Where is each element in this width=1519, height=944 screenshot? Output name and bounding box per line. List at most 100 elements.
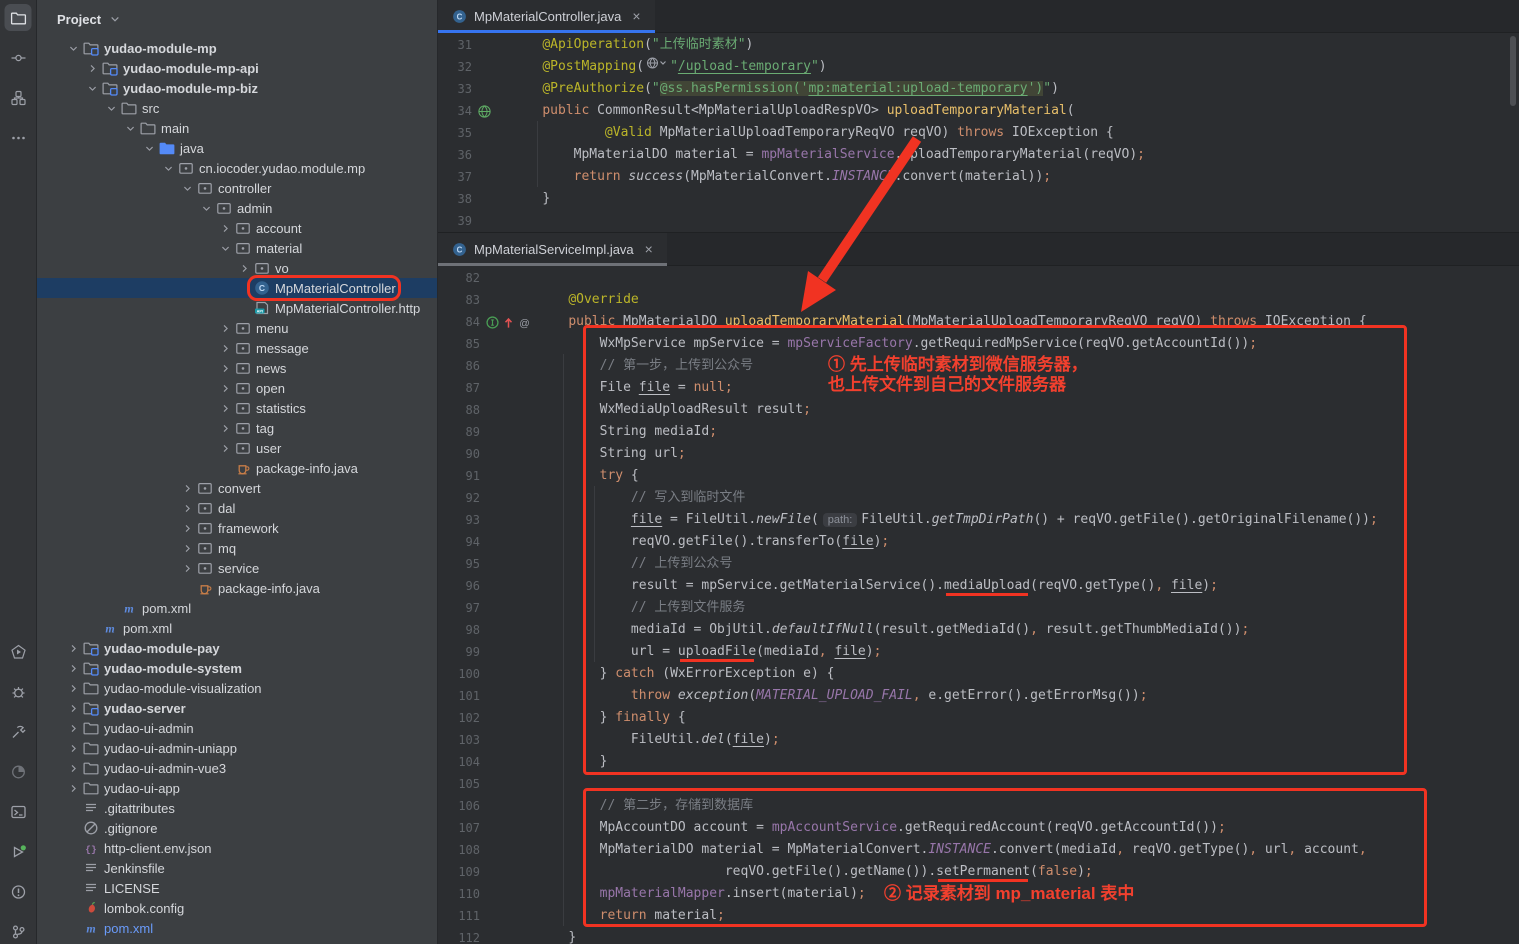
line-number[interactable]: 39 xyxy=(438,214,472,228)
terminal-icon[interactable] xyxy=(5,798,32,825)
line-number[interactable]: 108 xyxy=(438,843,480,857)
close-icon[interactable]: × xyxy=(632,8,640,24)
tree-item-material[interactable]: material xyxy=(37,238,437,258)
chevron-right-icon[interactable] xyxy=(65,700,81,716)
tree-item-mpmaterialcontroller[interactable]: CMpMaterialController xyxy=(37,278,437,298)
code-text[interactable]: public CommonResult<MpMaterialUploadResp… xyxy=(511,100,1075,122)
tree-item-statistics[interactable]: statistics xyxy=(37,398,437,418)
tree-item-admin[interactable]: admin xyxy=(37,198,437,218)
tree-item-dal[interactable]: dal xyxy=(37,498,437,518)
code-text[interactable]: String mediaId; xyxy=(537,421,717,443)
tree-item-license[interactable]: LICENSE xyxy=(37,878,437,898)
code-text[interactable]: WxMpService mpService = mpServiceFactory… xyxy=(537,333,1257,355)
git-branch-icon[interactable] xyxy=(5,918,32,944)
line-number[interactable]: 109 xyxy=(438,865,480,879)
line-number[interactable]: 106 xyxy=(438,799,480,813)
code-text[interactable]: String url; xyxy=(537,443,686,465)
chevron-down-icon[interactable] xyxy=(103,100,119,116)
code-text[interactable]: FileUtil.del(file); xyxy=(537,729,780,751)
tree-item-yudao-ui-admin-uniapp[interactable]: yudao-ui-admin-uniapp xyxy=(37,738,437,758)
code-text[interactable]: } xyxy=(537,751,607,773)
chevron-right-icon[interactable] xyxy=(217,340,233,356)
tree-item-pom-xml[interactable]: mpom.xml xyxy=(37,618,437,638)
code-text[interactable]: MpAccountDO account = mpAccountService.g… xyxy=(537,817,1226,839)
line-number[interactable]: 112 xyxy=(438,931,480,944)
tree-item-pom-xml[interactable]: mpom.xml xyxy=(37,598,437,618)
line-number[interactable]: 104 xyxy=(438,755,480,769)
tree-item-account[interactable]: account xyxy=(37,218,437,238)
code-text[interactable]: } catch (WxErrorException e) { xyxy=(537,663,834,685)
tree-item-yudao-module-mp-biz[interactable]: yudao-module-mp-biz xyxy=(37,78,437,98)
tree-item-framework[interactable]: framework xyxy=(37,518,437,538)
code-text[interactable]: return success(MpMaterialConvert.INSTANC… xyxy=(511,166,1051,188)
chevron-right-icon[interactable] xyxy=(84,60,100,76)
chevron-down-icon[interactable] xyxy=(84,80,100,96)
code-text[interactable]: @ApiOperation("上传临时素材") xyxy=(511,34,753,56)
tree-item-cn-iocoder-yudao-module-mp[interactable]: cn.iocoder.yudao.module.mp xyxy=(37,158,437,178)
line-number[interactable]: 111 xyxy=(438,909,480,923)
code-text[interactable]: result = mpService.getMaterialService().… xyxy=(537,575,1218,597)
code-text[interactable]: @PreAuthorize("@ss.hasPermission('mp:mat… xyxy=(511,78,1059,100)
line-number[interactable]: 101 xyxy=(438,689,480,703)
tree-item-news[interactable]: news xyxy=(37,358,437,378)
tree-item-jenkinsfile[interactable]: Jenkinsfile xyxy=(37,858,437,878)
tree-item-vo[interactable]: vo xyxy=(37,258,437,278)
chevron-down-icon[interactable] xyxy=(141,140,157,156)
code-text[interactable]: throw exception(MATERIAL_UPLOAD_FAIL, e.… xyxy=(537,685,1148,707)
chevron-right-icon[interactable] xyxy=(217,420,233,436)
chevron-right-icon[interactable] xyxy=(217,380,233,396)
tab-mpmaterialserviceimpl-java[interactable]: C MpMaterialServiceImpl.java × xyxy=(438,233,667,265)
line-number[interactable]: 110 xyxy=(438,887,480,901)
line-number[interactable]: 96 xyxy=(438,579,480,593)
tree-item-mq[interactable]: mq xyxy=(37,538,437,558)
code-text[interactable]: return material; xyxy=(537,905,725,927)
chevron-right-icon[interactable] xyxy=(217,440,233,456)
tree-item-yudao-module-system[interactable]: yudao-module-system xyxy=(37,658,437,678)
tree-item-package-info-java[interactable]: package-info.java xyxy=(37,458,437,478)
code-text[interactable]: @Override xyxy=(537,289,639,311)
code-text[interactable]: MpMaterialDO material = MpMaterialConver… xyxy=(537,839,1367,861)
line-number[interactable]: 83 xyxy=(438,293,480,307)
code-text[interactable]: WxMediaUploadResult result; xyxy=(537,399,811,421)
code-text[interactable]: mpMaterialMapper.insert(material); xyxy=(537,883,866,905)
chevron-right-icon[interactable] xyxy=(217,360,233,376)
chevron-right-icon[interactable] xyxy=(179,540,195,556)
tree-item-yudao-module-pay[interactable]: yudao-module-pay xyxy=(37,638,437,658)
line-number[interactable]: 82 xyxy=(438,271,480,285)
tree-item-yudao-server[interactable]: yudao-server xyxy=(37,698,437,718)
code-text[interactable]: reqVO.getFile().transferTo(file); xyxy=(537,531,889,553)
line-number[interactable]: 97 xyxy=(438,601,480,615)
tree-item-java[interactable]: java xyxy=(37,138,437,158)
line-number[interactable]: 98 xyxy=(438,623,480,637)
line-number[interactable]: 93 xyxy=(438,513,480,527)
line-number[interactable]: 103 xyxy=(438,733,480,747)
line-number[interactable]: 85 xyxy=(438,337,480,351)
code-text[interactable]: @PostMapping("/upload-temporary") xyxy=(511,56,827,78)
tree-item-service[interactable]: service xyxy=(37,558,437,578)
line-number[interactable]: 34 xyxy=(438,104,472,118)
tree-item-yudao-ui-admin-vue3[interactable]: yudao-ui-admin-vue3 xyxy=(37,758,437,778)
tree-item-yudao-module-visualization[interactable]: yudao-module-visualization xyxy=(37,678,437,698)
coverage-icon[interactable] xyxy=(5,758,32,785)
commit-icon[interactable] xyxy=(5,44,32,71)
line-number[interactable]: 102 xyxy=(438,711,480,725)
chevron-right-icon[interactable] xyxy=(179,520,195,536)
tree-item-convert[interactable]: convert xyxy=(37,478,437,498)
services-icon[interactable] xyxy=(5,838,32,865)
code-text[interactable]: // 第二步，存储到数据库 xyxy=(537,795,753,817)
code-text[interactable]: file = FileUtil.newFile(path:FileUtil.ge… xyxy=(537,509,1378,531)
tree-item-src[interactable]: src xyxy=(37,98,437,118)
close-icon[interactable]: × xyxy=(645,241,653,257)
chevron-right-icon[interactable] xyxy=(65,680,81,696)
line-number[interactable]: 38 xyxy=(438,192,472,206)
chevron-right-icon[interactable] xyxy=(65,780,81,796)
line-number[interactable]: 91 xyxy=(438,469,480,483)
line-number[interactable]: 36 xyxy=(438,148,472,162)
chevron-right-icon[interactable] xyxy=(65,660,81,676)
tree-item-mpmaterialcontroller-http[interactable]: APIMpMaterialController.http xyxy=(37,298,437,318)
chevron-down-icon[interactable] xyxy=(122,120,138,136)
chevron-right-icon[interactable] xyxy=(217,320,233,336)
tree-item-yudao-ui-admin[interactable]: yudao-ui-admin xyxy=(37,718,437,738)
code-text[interactable]: File file = null; xyxy=(537,377,733,399)
code-text[interactable]: MpMaterialDO material = mpMaterialServic… xyxy=(511,144,1145,166)
